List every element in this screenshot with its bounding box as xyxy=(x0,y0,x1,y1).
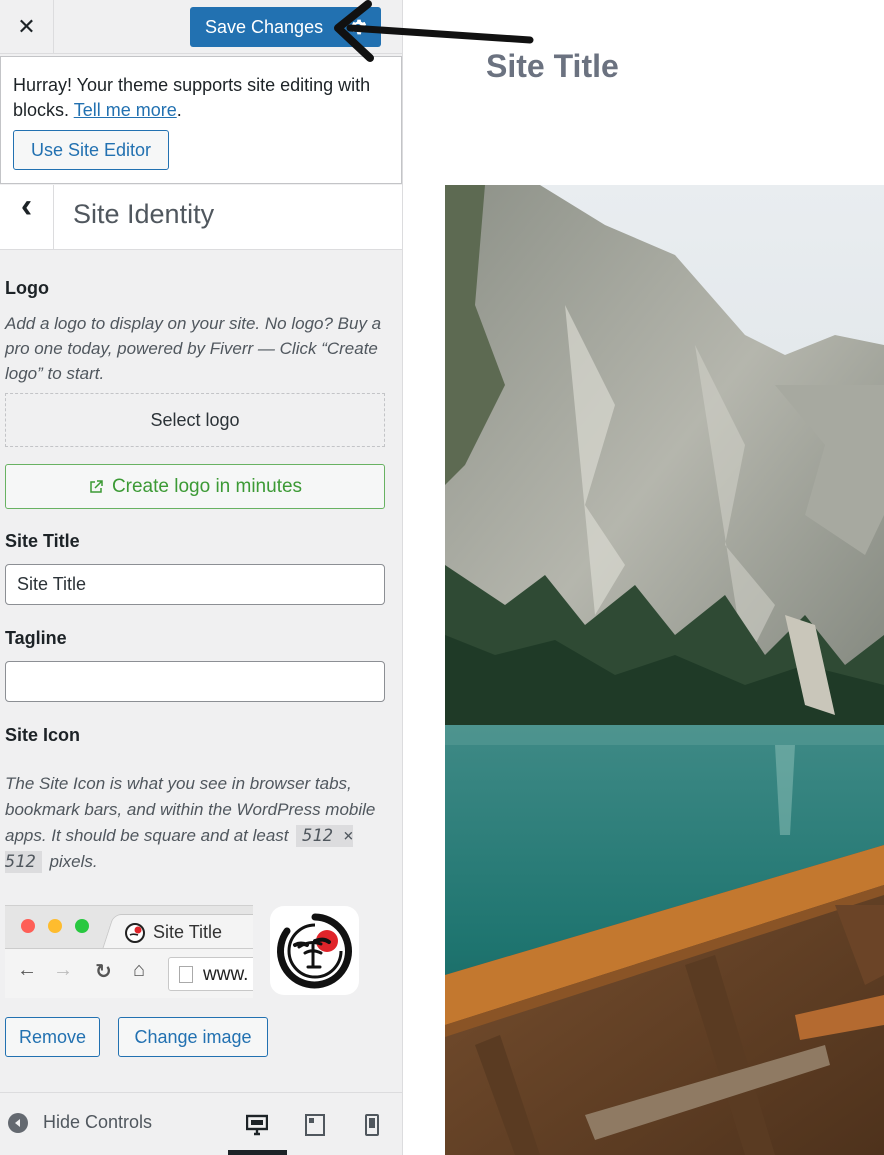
browser-toolbar: ← → ↻ ⌂ www. xyxy=(5,948,253,998)
maximize-dot-icon xyxy=(75,919,89,933)
reload-icon: ↻ xyxy=(95,961,112,983)
customizer-header: ✕ Save Changes xyxy=(0,0,402,54)
favicon-icon xyxy=(125,922,145,943)
chevron-left-icon: ‹ xyxy=(20,187,33,225)
tell-me-more-link[interactable]: Tell me more xyxy=(74,100,177,120)
customizer: ✕ Save Changes Hurray! Your theme suppor… xyxy=(0,0,884,1155)
change-image-button[interactable]: Change image xyxy=(118,1017,268,1057)
site-title-label: Site Title xyxy=(5,531,80,551)
hero-image xyxy=(445,185,884,1155)
external-link-icon xyxy=(90,479,103,493)
mobile-icon xyxy=(365,1114,379,1136)
site-icon-description: The Site Icon is what you see in browser… xyxy=(5,771,385,875)
site-icon-image xyxy=(270,906,359,995)
select-logo-button[interactable]: Select logo xyxy=(5,393,385,447)
forward-arrow-icon: → xyxy=(53,959,73,981)
logo-description: Add a logo to display on your site. No l… xyxy=(5,314,382,383)
browser-tab-content: Site Title xyxy=(125,922,222,943)
create-logo-label: Create logo in minutes xyxy=(111,475,303,497)
desktop-preview-button[interactable] xyxy=(245,1113,269,1137)
mobile-preview-button[interactable] xyxy=(360,1113,384,1137)
back-button[interactable]: ‹ xyxy=(0,185,54,249)
customizer-footer: Hide Controls xyxy=(0,1092,402,1155)
site-logo-icon xyxy=(276,913,352,988)
site-preview: Site Title xyxy=(403,0,884,1155)
site-icon-label: Site Icon xyxy=(5,725,81,745)
use-site-editor-button[interactable]: Use Site Editor xyxy=(13,130,169,170)
tagline-label: Tagline xyxy=(5,628,67,648)
page-icon xyxy=(179,966,193,983)
address-url: www. xyxy=(203,964,249,985)
create-logo-button[interactable]: Create logo in minutes xyxy=(5,464,385,509)
site-title-input[interactable] xyxy=(5,564,385,605)
notice-text: Hurray! Your theme supports site editing… xyxy=(13,73,389,123)
back-arrow-icon: ← xyxy=(17,959,37,981)
hide-controls-label: Hide Controls xyxy=(43,1112,153,1132)
collapse-icon xyxy=(8,1112,28,1133)
desktop-icon xyxy=(246,1114,268,1136)
browser-tab-title: Site Title xyxy=(153,922,223,942)
notice-message: Hurray! Your theme supports site editing… xyxy=(13,75,371,120)
minimize-dot-icon xyxy=(48,919,62,933)
customizer-sidebar: ✕ Save Changes Hurray! Your theme suppor… xyxy=(0,0,403,1155)
section-title: Site Identity xyxy=(73,199,215,229)
preview-site-title[interactable]: Site Title xyxy=(486,48,619,85)
tablet-icon xyxy=(305,1114,325,1136)
address-bar: www. xyxy=(168,957,253,991)
home-icon: ⌂ xyxy=(133,959,146,981)
tagline-input[interactable] xyxy=(5,661,385,702)
lake-boat-photo xyxy=(445,185,884,1155)
site-editing-notice: Hurray! Your theme supports site editing… xyxy=(0,56,402,184)
save-changes-label: Save Changes xyxy=(205,16,324,37)
section-header: ‹ Site Identity xyxy=(0,185,402,250)
tablet-preview-button[interactable] xyxy=(303,1113,327,1137)
close-icon: ✕ xyxy=(17,14,36,39)
active-device-indicator xyxy=(228,1150,287,1155)
browser-tab-preview: Site Title ← → ↻ ⌂ www. xyxy=(5,905,253,998)
logo-label: Logo xyxy=(5,278,49,298)
remove-icon-button[interactable]: Remove xyxy=(5,1017,100,1057)
save-changes-button[interactable]: Save Changes xyxy=(190,7,381,47)
site-icon-desc-suffix: pixels. xyxy=(44,852,98,871)
select-logo-label: Select logo xyxy=(150,409,240,430)
close-button[interactable]: ✕ xyxy=(0,0,54,54)
notice-period: . xyxy=(176,100,182,120)
hide-controls-button[interactable]: Hide Controls xyxy=(8,1112,152,1133)
gear-icon[interactable] xyxy=(349,18,367,41)
close-dot-icon xyxy=(21,919,35,933)
